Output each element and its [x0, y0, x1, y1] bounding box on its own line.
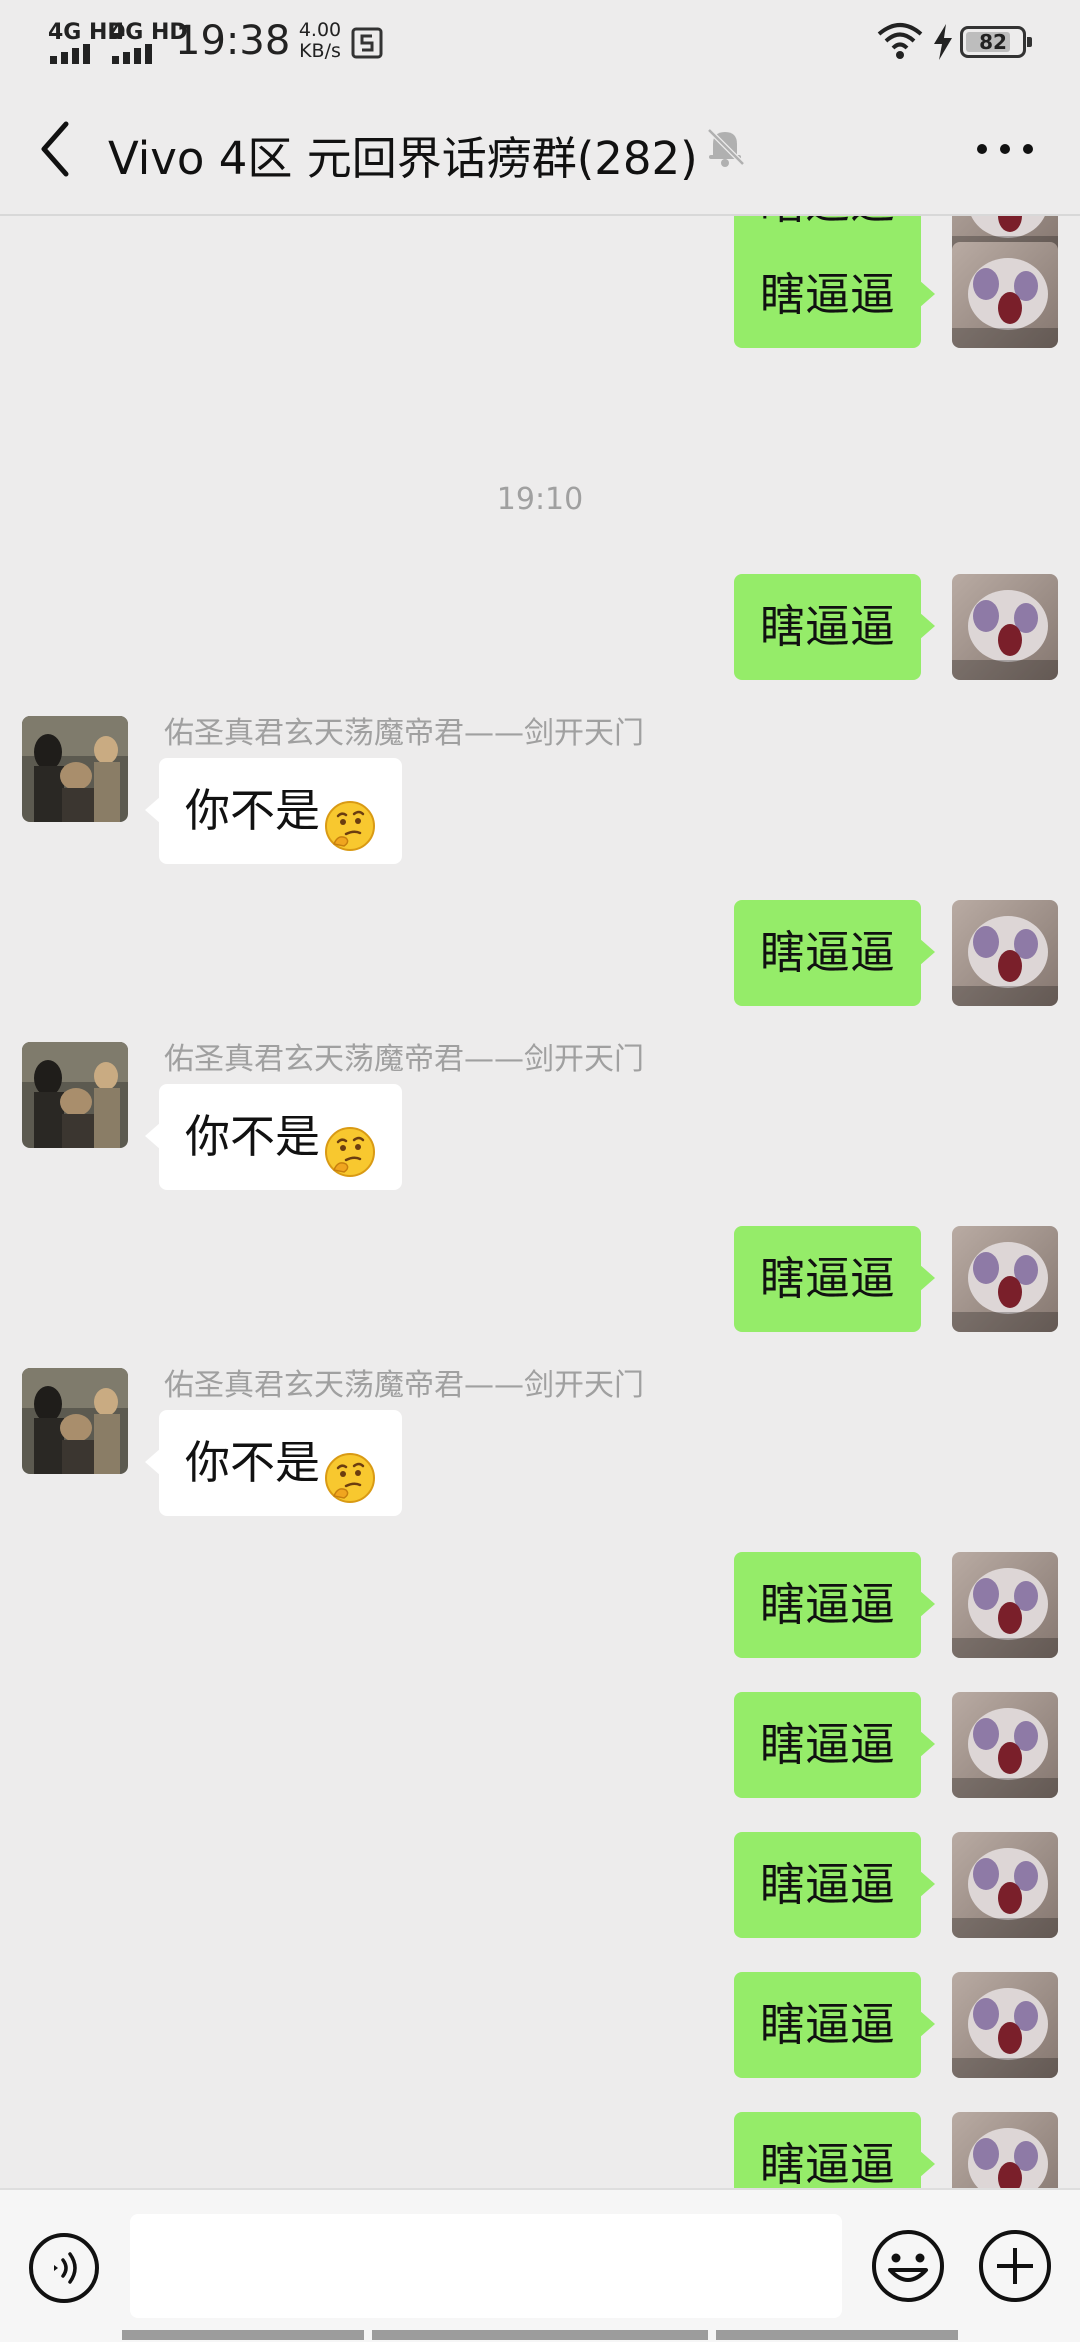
sender-avatar[interactable]: [22, 716, 128, 822]
screenshot-icon: [351, 27, 383, 59]
wifi-icon: [877, 23, 923, 59]
thinking-face-emoji: [324, 1436, 376, 1503]
other-message-text: 你不是: [185, 1110, 321, 1163]
message-list[interactable]: 19:10 瞎逼逼瞎逼逼瞎逼逼佑圣真君玄天荡魔帝君——剑开天门你不是瞎逼逼佑圣真…: [0, 216, 1080, 2188]
my-message-bubble[interactable]: 瞎逼逼: [733, 1692, 936, 1798]
input-bar: [0, 2188, 1080, 2342]
my-avatar[interactable]: [952, 1692, 1058, 1798]
clock: 19:38: [175, 18, 291, 64]
status-bar: 4G HD 4G HD 19:38 4.00 KB/s 82: [0, 0, 1080, 84]
other-message-bubble[interactable]: 你不是: [144, 1084, 403, 1190]
nav-bar-segment: [122, 2330, 364, 2340]
mute-bell-icon: [707, 128, 745, 167]
sender-avatar[interactable]: [22, 1042, 128, 1148]
sender-name: 佑圣真君玄天荡魔帝君——剑开天门: [164, 1368, 644, 1403]
other-message-text: 你不是: [185, 1436, 321, 1489]
my-avatar[interactable]: [952, 1832, 1058, 1938]
my-avatar[interactable]: [952, 1226, 1058, 1332]
my-message-bubble[interactable]: 瞎逼逼: [733, 2112, 936, 2188]
my-message-bubble[interactable]: 瞎逼逼: [733, 1226, 936, 1332]
my-message-bubble[interactable]: 瞎逼逼: [733, 1552, 936, 1658]
network-speed-value: 4.00: [298, 19, 342, 41]
my-avatar[interactable]: [952, 242, 1058, 348]
network-speed-unit: KB/s: [299, 40, 341, 62]
my-message-bubble[interactable]: 瞎逼逼: [733, 1972, 936, 2078]
my-message-bubble[interactable]: 瞎逼逼: [733, 574, 936, 680]
my-avatar[interactable]: [952, 574, 1058, 680]
thinking-face-emoji: [324, 784, 376, 851]
sender-name: 佑圣真君玄天荡魔帝君——剑开天门: [164, 1042, 644, 1077]
thinking-face-emoji: [324, 1110, 376, 1177]
nav-bar-segment: [716, 2330, 958, 2340]
battery-percent: 82: [979, 30, 1007, 54]
other-message-text: 你不是: [185, 784, 321, 837]
time-separator: 19:10: [496, 482, 584, 517]
sender-avatar[interactable]: [22, 1368, 128, 1474]
my-avatar[interactable]: [952, 900, 1058, 1006]
battery-icon: 82: [960, 26, 1032, 58]
chat-header: Vivo 4区 元回界话痨群(282): [0, 84, 1080, 216]
back-arrow-icon[interactable]: [30, 114, 80, 184]
my-message-bubble[interactable]: 瞎逼逼: [733, 242, 936, 348]
nav-bar-segment: [372, 2330, 708, 2340]
other-message-bubble[interactable]: 你不是: [144, 1410, 403, 1516]
other-message-bubble[interactable]: 你不是: [144, 758, 403, 864]
voice-icon[interactable]: [28, 2232, 100, 2304]
charging-icon: [934, 24, 952, 60]
my-message-bubble[interactable]: 瞎逼逼: [733, 900, 936, 1006]
chat-title[interactable]: Vivo 4区 元回界话痨群(282): [108, 122, 698, 187]
network-speed: 4.00 KB/s: [290, 20, 350, 62]
emoji-icon[interactable]: [870, 2228, 946, 2304]
message-input[interactable]: [130, 2214, 842, 2318]
my-avatar[interactable]: [952, 2112, 1058, 2188]
my-avatar[interactable]: [952, 1972, 1058, 2078]
my-avatar[interactable]: [952, 1552, 1058, 1658]
more-dots-icon[interactable]: [970, 124, 1040, 174]
sender-name: 佑圣真君玄天荡魔帝君——剑开天门: [164, 716, 644, 751]
my-message-bubble[interactable]: 瞎逼逼: [733, 1832, 936, 1938]
plus-icon[interactable]: [977, 2228, 1053, 2304]
